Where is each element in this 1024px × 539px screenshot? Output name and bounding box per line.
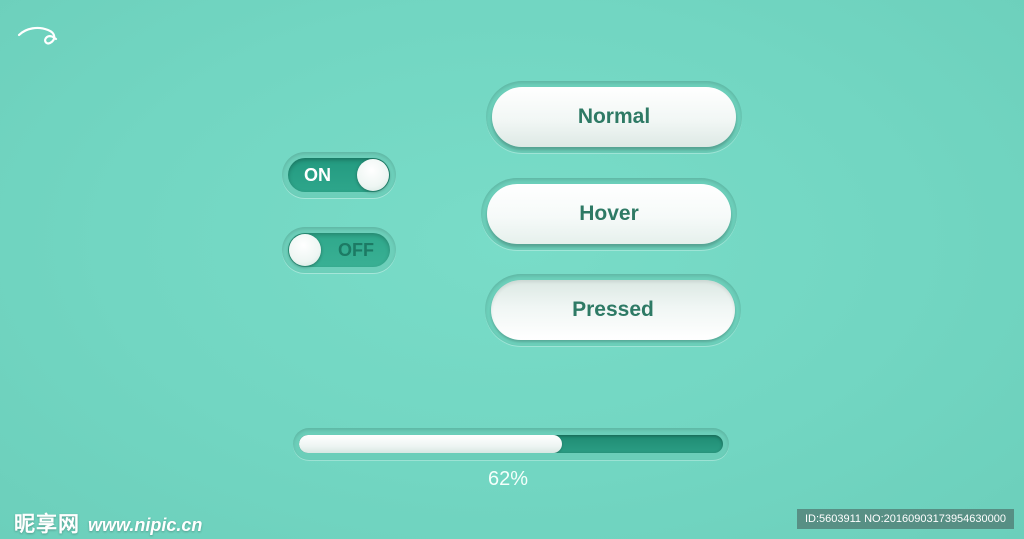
progress-track [299,435,723,453]
toggle-off-track: OFF [288,233,390,267]
progress-percent-label: 62% [487,468,529,490]
watermark-id-badge: ID:5603911 NO:20160903173954630000 [796,509,1014,529]
hover-button[interactable]: Hover [487,184,731,244]
pressed-button-frame: Pressed [485,274,741,346]
squiggle-logo-icon [17,26,58,45]
hover-button-frame: Hover [481,178,737,250]
watermark-brand: 昵享网 www.nipic.cn [14,508,202,538]
normal-button-frame: Normal [486,81,742,153]
watermark-url: www.nipic.cn [88,515,203,535]
toggle-off-switch[interactable]: OFF [282,227,396,273]
normal-button[interactable]: Normal [492,87,736,147]
watermark-brand-name: 昵享网 [14,513,80,536]
toggle-off-knob[interactable] [289,234,321,266]
toggle-on-track: ON [288,158,390,192]
toggle-off-label: OFF [338,240,374,260]
pressed-button[interactable]: Pressed [491,280,735,340]
toggle-on-label: ON [304,165,331,185]
toggle-on-switch[interactable]: ON [282,152,396,198]
progress-fill [299,435,562,453]
toggle-on-knob[interactable] [357,159,389,191]
progress-bar [293,428,729,460]
